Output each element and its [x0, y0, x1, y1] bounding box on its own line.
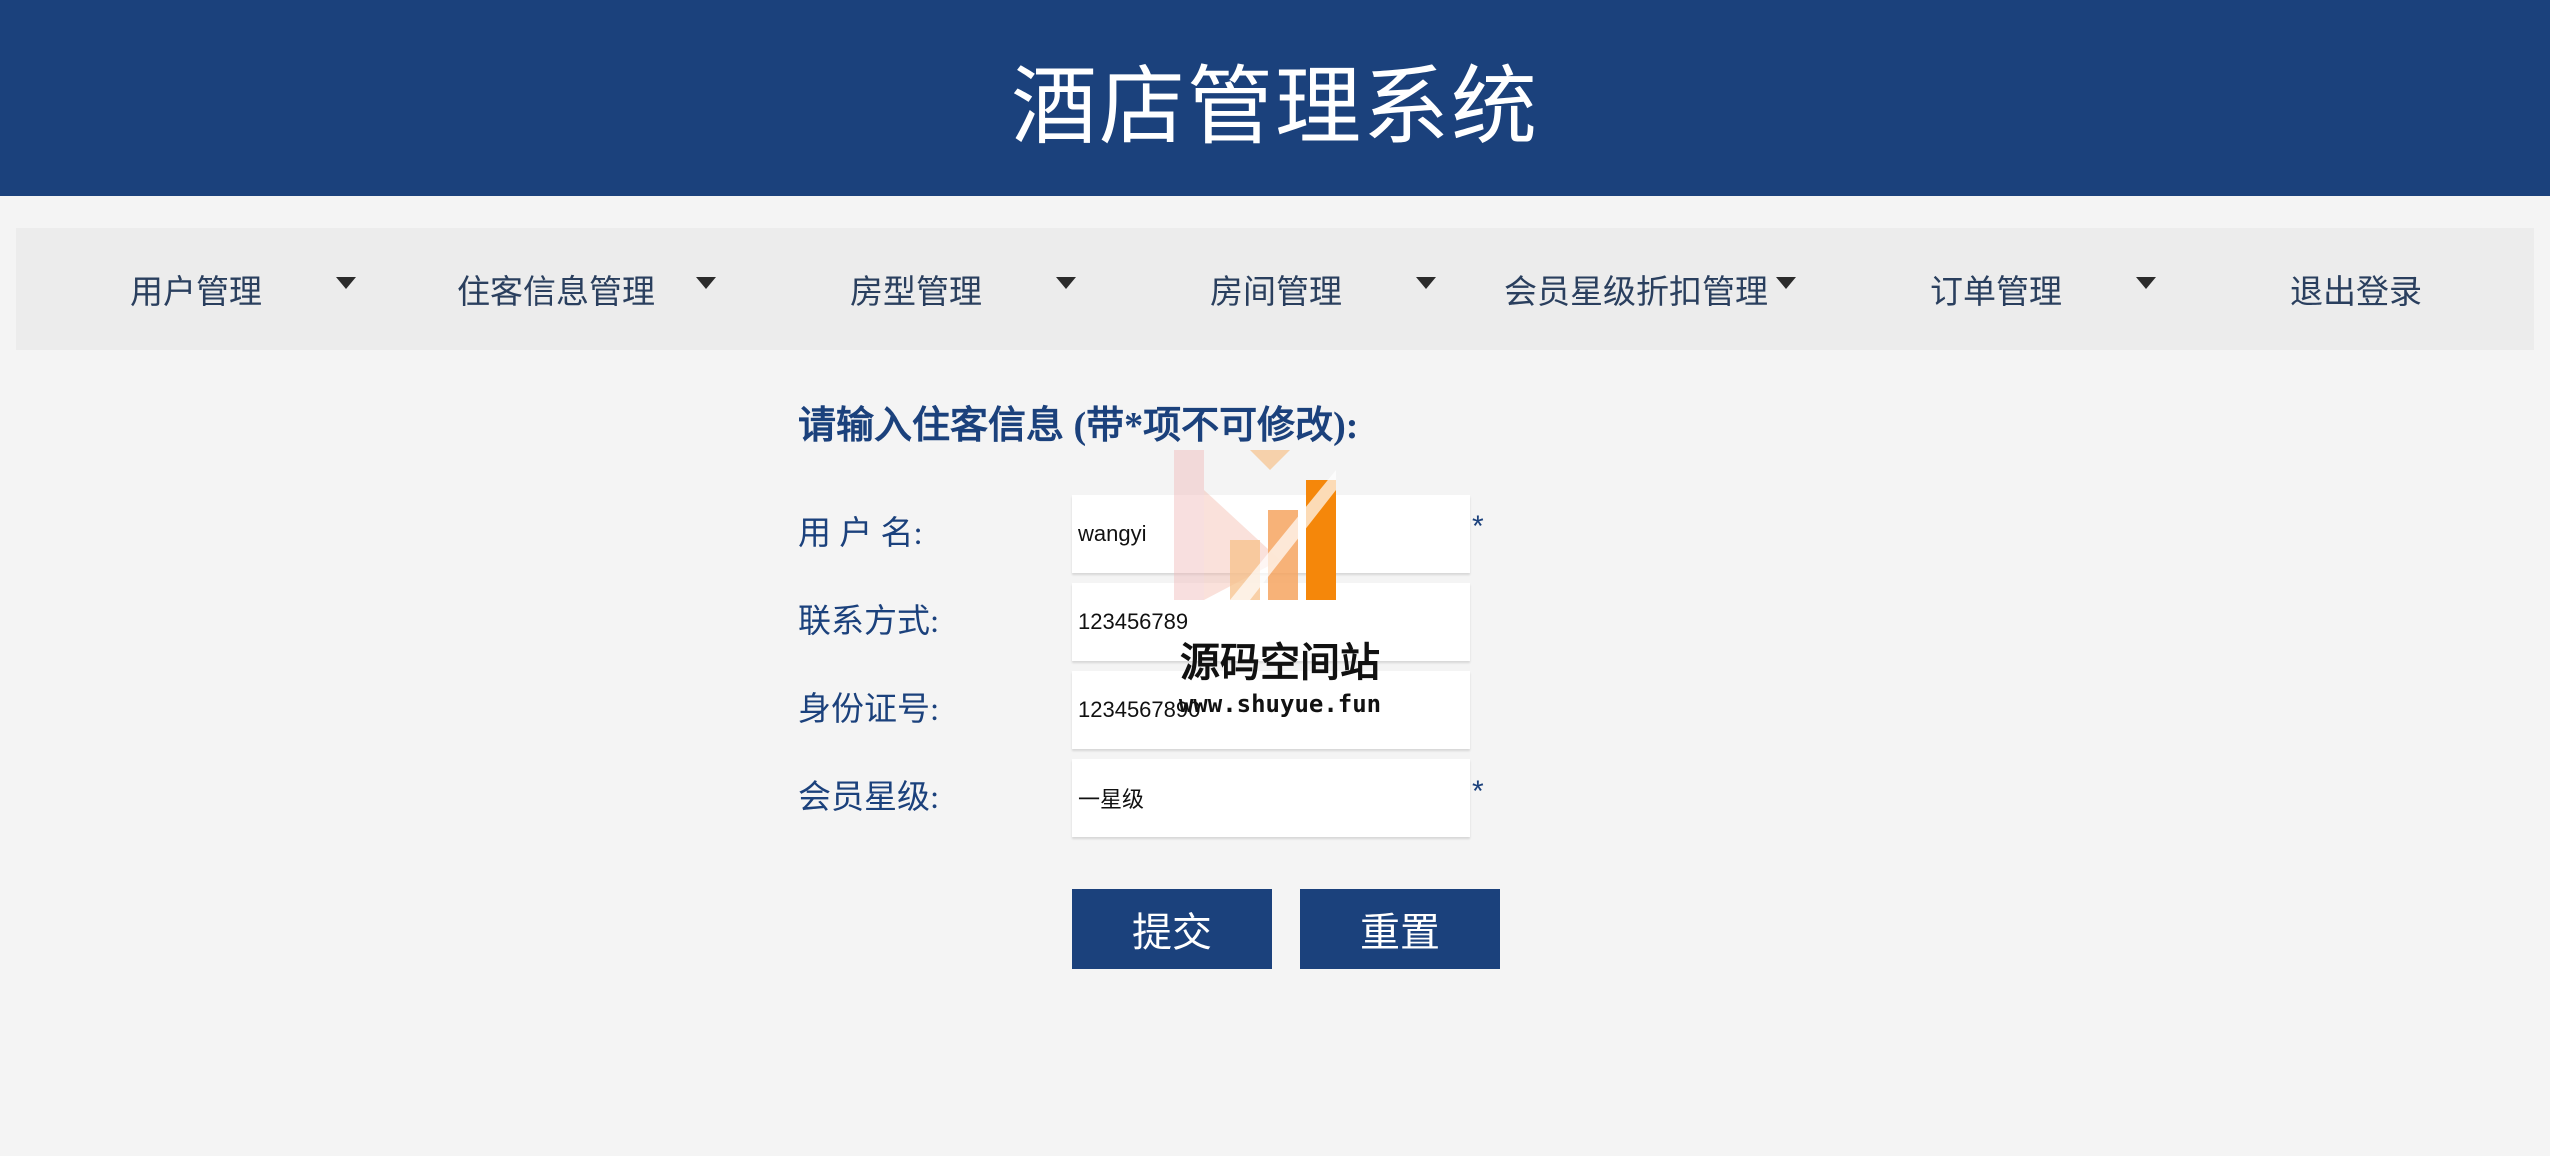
nav-item-logout[interactable]: 退出登录: [2176, 228, 2536, 350]
contact-field[interactable]: 123456789: [1072, 583, 1470, 661]
nav-item-room-type-management[interactable]: 房型管理: [736, 228, 1096, 350]
caret-down-icon: [1056, 277, 1076, 289]
submit-button[interactable]: 提交: [1072, 889, 1272, 969]
nav-item-label: 房间管理: [1210, 275, 1342, 311]
id-number-label: 身份证号:: [798, 692, 940, 728]
reset-button[interactable]: 重置: [1300, 889, 1500, 969]
member-level-label: 会员星级:: [798, 780, 940, 816]
nav-item-room-management[interactable]: 房间管理: [1096, 228, 1456, 350]
caret-down-icon: [696, 277, 716, 289]
nav-item-label: 订单管理: [1930, 275, 2062, 311]
caret-down-icon: [2136, 277, 2156, 289]
nav-item-member-discount-management[interactable]: 会员星级折扣管理: [1456, 228, 1816, 350]
app-header: 酒店管理系统: [0, 0, 2550, 196]
member-level-value: 一星级: [1078, 787, 1145, 812]
nav-item-label: 退出登录: [2290, 275, 2422, 311]
caret-down-icon: [1776, 277, 1796, 289]
nav-item-label: 住客信息管理: [457, 275, 655, 311]
caret-down-icon: [336, 277, 356, 289]
nav-item-user-management[interactable]: 用户管理: [16, 228, 376, 350]
nav-item-label: 会员星级折扣管理: [1504, 275, 1768, 311]
username-required-mark: *: [1472, 510, 1484, 543]
main-nav: 用户管理 住客信息管理 房型管理 房间管理 会员星级折扣管理 订单管理 退出登录: [16, 228, 2534, 350]
username-value: wangyi: [1078, 521, 1147, 546]
username-field[interactable]: wangyi: [1072, 495, 1470, 573]
form-title: 请输入住客信息 (带*项不可修改):: [798, 405, 1359, 447]
app-title: 酒店管理系统: [1011, 58, 1539, 155]
id-number-value: 1234567890: [1078, 697, 1201, 722]
contact-value: 123456789: [1078, 609, 1189, 634]
caret-down-icon: [1416, 277, 1436, 289]
member-level-field[interactable]: 一星级: [1072, 759, 1470, 837]
member-level-required-mark: *: [1472, 775, 1484, 808]
username-label: 用 户 名:: [798, 516, 923, 552]
id-number-field[interactable]: 1234567890: [1072, 671, 1470, 749]
contact-label: 联系方式:: [798, 604, 940, 640]
nav-item-label: 房型管理: [850, 275, 982, 311]
nav-item-label: 用户管理: [130, 275, 262, 311]
nav-item-order-management[interactable]: 订单管理: [1816, 228, 2176, 350]
nav-item-guest-info-management[interactable]: 住客信息管理: [376, 228, 736, 350]
